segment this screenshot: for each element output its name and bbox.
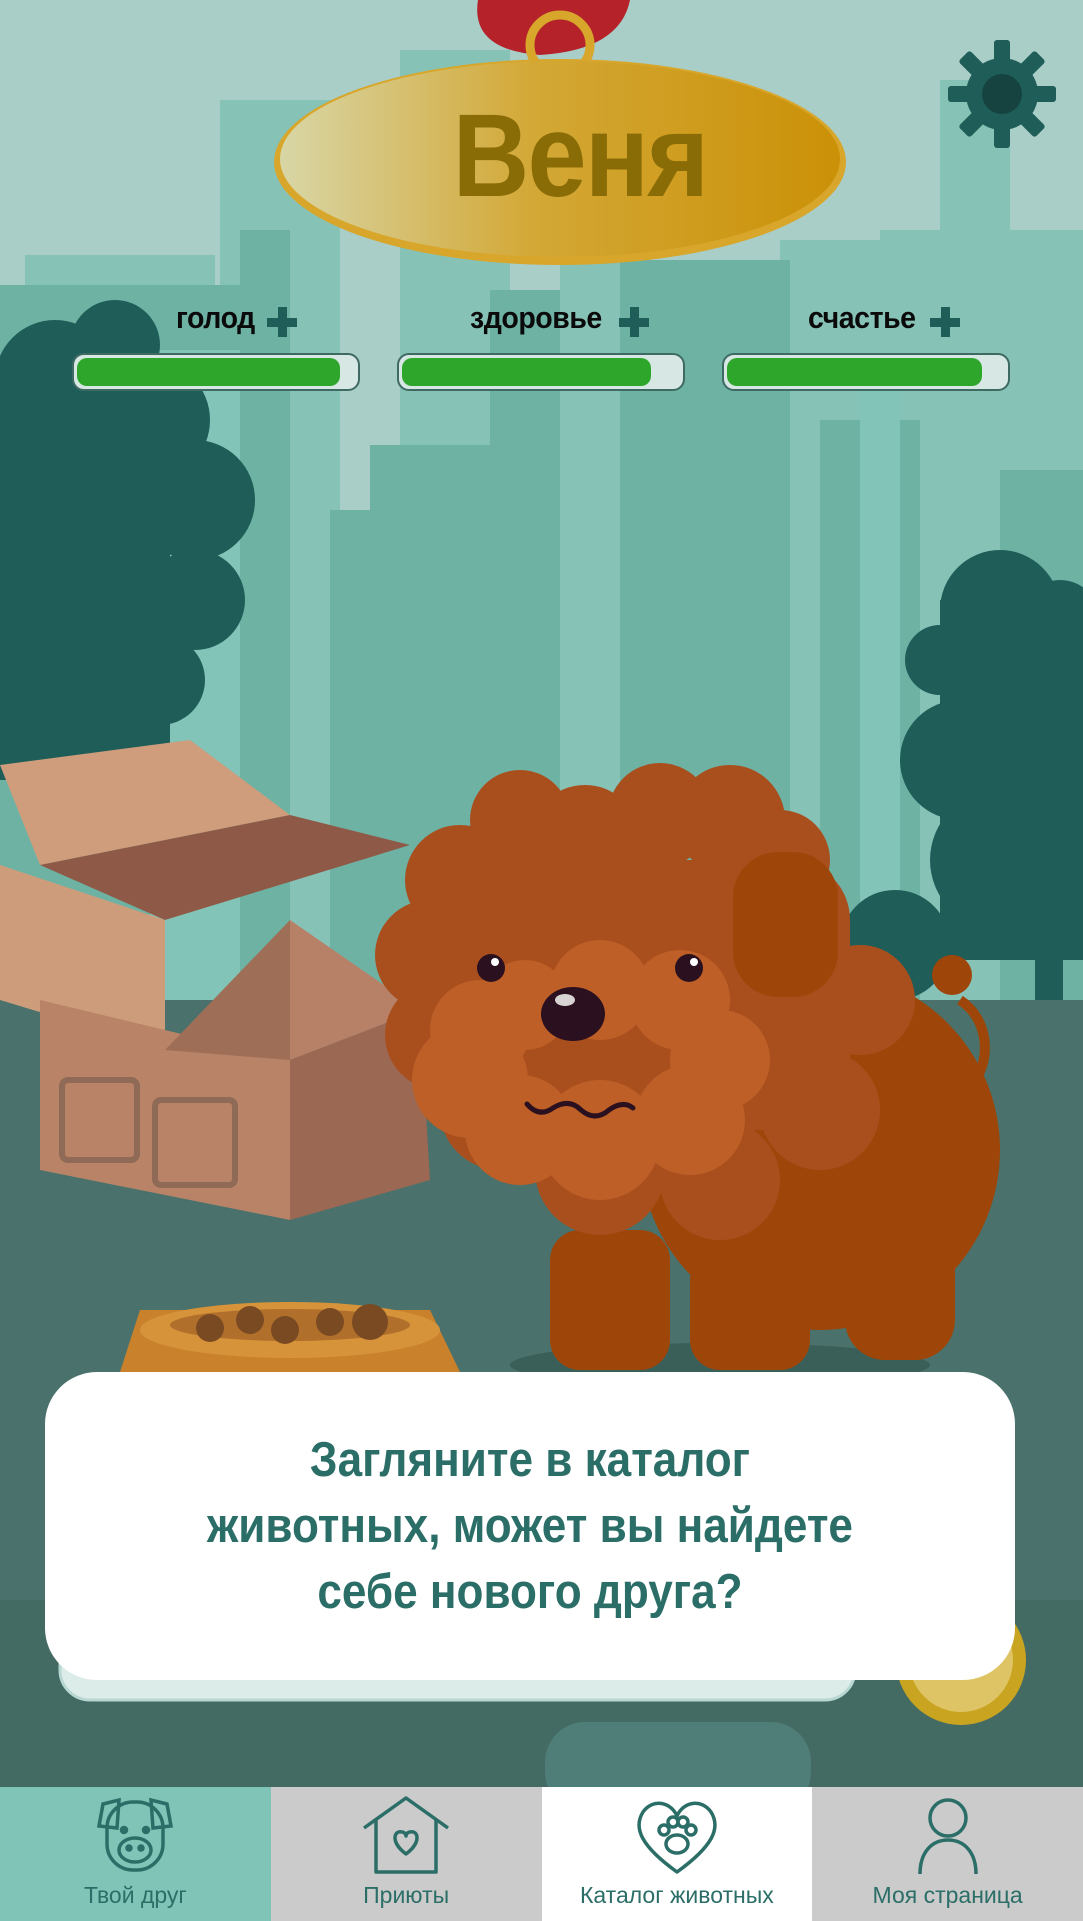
bottom-nav: Твой друг Приюты Каталог животных Моя ст… xyxy=(0,1787,1083,1921)
nav-label-shelters: Приюты xyxy=(363,1882,450,1908)
nav-label-animal-catalog: Каталог животных xyxy=(580,1882,774,1908)
health-plus-icon[interactable] xyxy=(617,305,651,339)
pet-name: Веня xyxy=(452,90,709,222)
hunger-bar-fill xyxy=(77,358,340,386)
nav-tab-animal-catalog[interactable]: Каталог животных xyxy=(541,1787,813,1921)
happiness-plus-icon[interactable] xyxy=(928,305,962,339)
nav-tab-my-page[interactable]: Моя страница xyxy=(812,1787,1083,1921)
happiness-bar-fill xyxy=(727,358,982,386)
stat-health-label: здоровье xyxy=(470,300,602,335)
health-bar xyxy=(397,353,685,391)
tip-text: Загляните в каталог животных, может вы н… xyxy=(207,1433,853,1619)
stat-happiness-label: счастье xyxy=(808,300,916,335)
settings-gear-icon[interactable] xyxy=(948,40,1056,148)
nav-tab-shelters[interactable]: Приюты xyxy=(270,1787,542,1921)
tip-card[interactable]: Загляните в каталог животных, может вы н… xyxy=(45,1372,1015,1680)
house-heart-icon xyxy=(363,1796,450,1874)
nav-label-your-friend: Твой друг xyxy=(83,1882,187,1908)
hunger-bar xyxy=(72,353,360,391)
dog-face-icon xyxy=(97,1797,174,1872)
nav-label-my-page: Моя страница xyxy=(872,1882,1023,1908)
hunger-plus-icon[interactable] xyxy=(265,305,299,339)
person-icon xyxy=(917,1798,978,1875)
health-bar-fill xyxy=(402,358,651,386)
heart-paw-icon xyxy=(637,1801,717,1874)
happiness-bar xyxy=(722,353,1010,391)
nav-tab-your-friend[interactable]: Твой друг xyxy=(0,1787,271,1921)
stat-hunger-label: голод xyxy=(176,300,255,335)
